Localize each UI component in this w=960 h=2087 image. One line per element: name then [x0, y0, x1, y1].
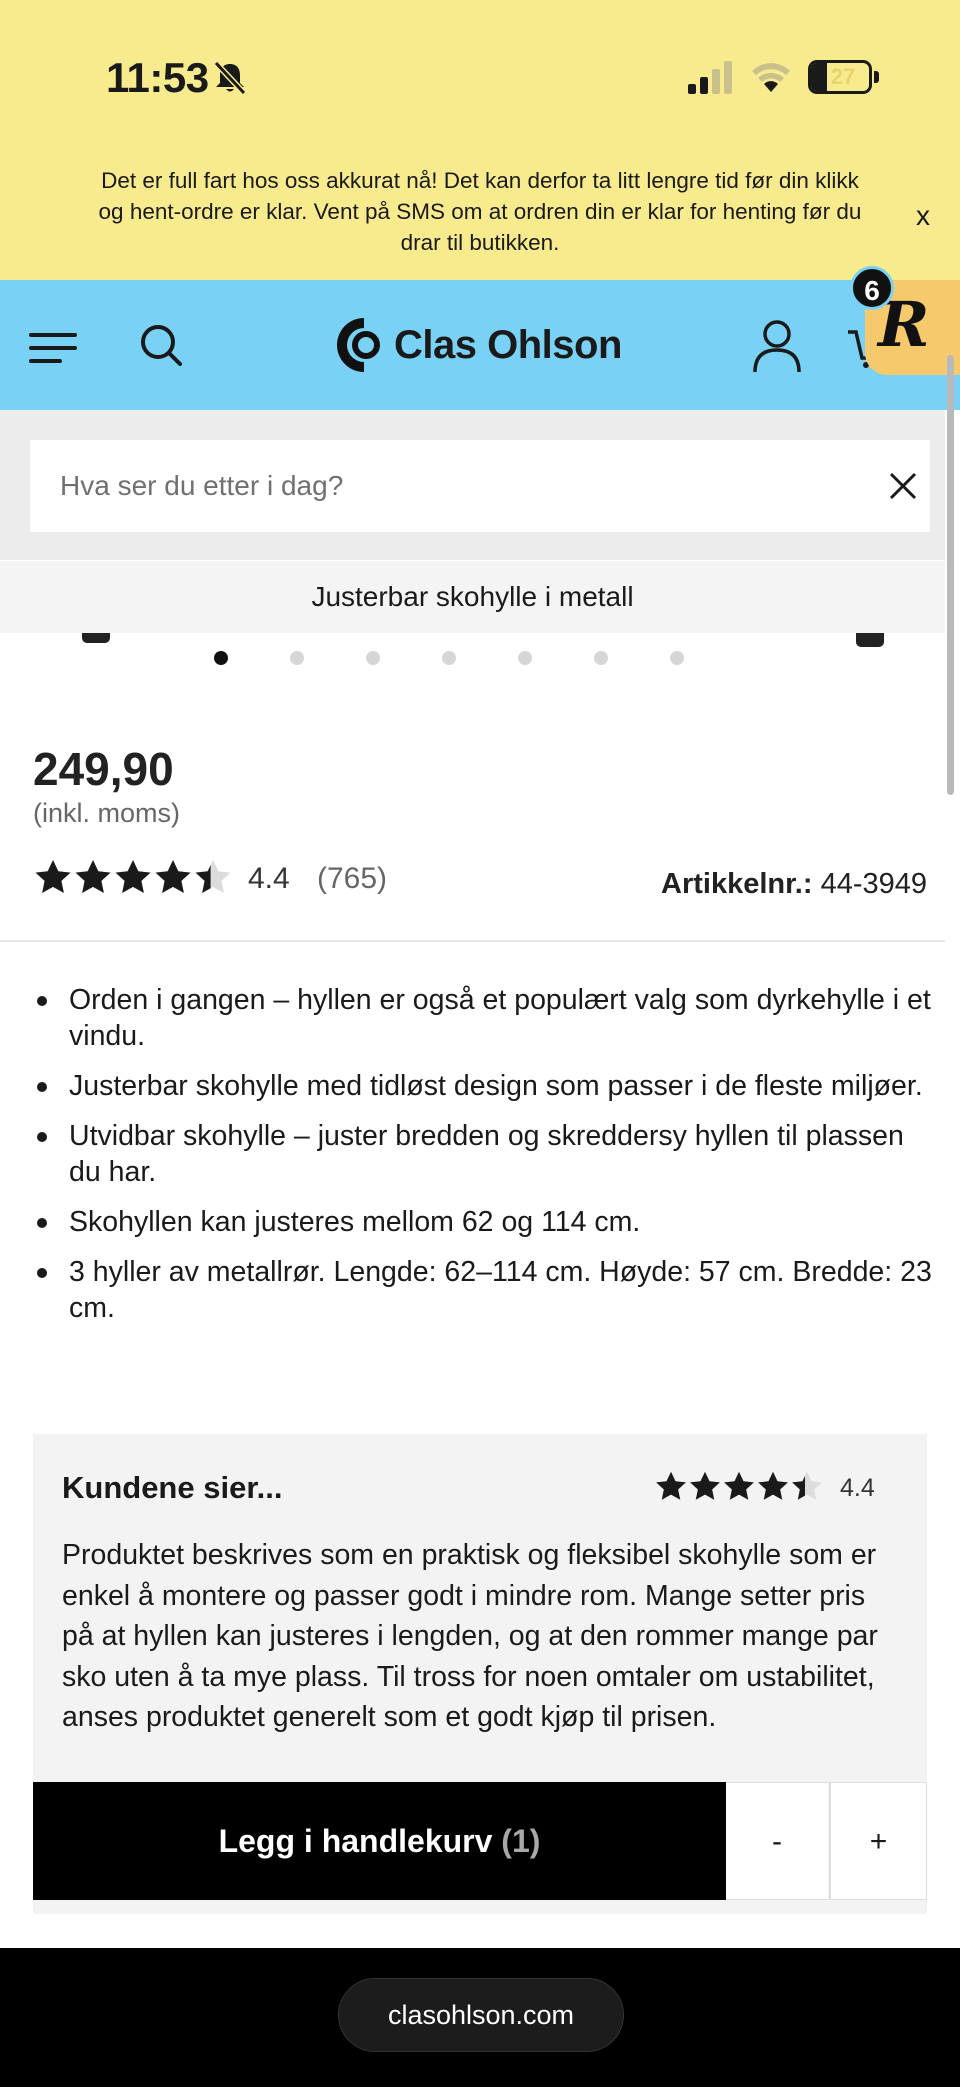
quantity-decrease-button[interactable]: -	[726, 1782, 828, 1900]
search-icon[interactable]	[138, 322, 184, 368]
status-bar: 11:53 27	[0, 0, 960, 150]
user-icon[interactable]	[752, 318, 802, 374]
article-label: Artikkelnr.:	[661, 868, 813, 900]
product-image-fragment	[856, 633, 884, 647]
battery-level: 27	[830, 64, 856, 89]
rating-stars[interactable]	[33, 858, 233, 898]
star-icon	[792, 1471, 822, 1500]
site-logo[interactable]: Clas Ohlson	[334, 312, 622, 378]
star-icon	[656, 1471, 686, 1500]
logo-mark-icon	[337, 318, 380, 372]
status-time: 11:53	[106, 54, 209, 101]
gallery-dot[interactable]	[518, 651, 532, 665]
star-icon	[724, 1471, 754, 1500]
gallery-dot[interactable]	[670, 651, 684, 665]
vat-note: (inkl. moms)	[33, 798, 180, 828]
star-icon	[75, 860, 111, 893]
search-box[interactable]	[30, 440, 930, 532]
star-icon	[690, 1471, 720, 1500]
battery-icon: 27	[808, 60, 879, 94]
address-bar[interactable]: clasohlson.com	[338, 1978, 624, 2052]
signal-icon	[688, 61, 732, 94]
product-price: 249,90	[33, 743, 174, 795]
feature-item: 3 hyller av metallrør. Lengde: 62–114 cm…	[33, 1254, 933, 1326]
feature-item: Utvidbar skohylle – juster bredden og sk…	[33, 1118, 933, 1190]
star-icon	[195, 860, 231, 893]
gallery-pagination[interactable]	[214, 651, 746, 665]
divider	[0, 940, 945, 942]
scrollbar[interactable]	[947, 355, 954, 795]
search-input[interactable]	[60, 440, 840, 532]
star-icon	[115, 860, 151, 893]
bell-slash-icon	[213, 60, 247, 96]
rating-value: 4.4	[248, 862, 290, 895]
notice-text: Det er full fart hos oss akkurat nå! Det…	[98, 168, 862, 255]
menu-icon[interactable]	[28, 330, 78, 366]
star-icon	[758, 1471, 788, 1500]
gallery-dot[interactable]	[214, 651, 228, 665]
extension-count-badge: 6	[850, 266, 894, 310]
close-icon[interactable]	[883, 466, 923, 506]
feature-item: Orden i gangen – hyllen er også et popul…	[33, 982, 933, 1054]
article-value: 44-3949	[820, 868, 927, 900]
notice-close-button[interactable]: x	[908, 200, 938, 232]
feature-list: Orden i gangen – hyllen er også et popul…	[33, 982, 933, 1340]
review-summary-stars	[654, 1470, 824, 1504]
product-image-fragment	[82, 633, 110, 643]
feature-item: Skohyllen kan justeres mellom 62 og 114 …	[33, 1204, 933, 1240]
wifi-icon	[752, 63, 790, 92]
gallery-dot[interactable]	[594, 651, 608, 665]
gallery-dot[interactable]	[366, 651, 380, 665]
gallery-dot[interactable]	[290, 651, 304, 665]
star-icon	[35, 860, 71, 893]
star-icon	[155, 860, 191, 893]
cart-quantity: (1)	[501, 1823, 541, 1859]
review-summary-rating: 4.4	[840, 1474, 875, 1502]
review-summary-title: Kundene sier...	[62, 1470, 283, 1505]
review-summary-text: Produktet beskrives som en praktisk og f…	[62, 1539, 878, 1733]
gallery-dot[interactable]	[442, 651, 456, 665]
review-count[interactable]: (765)	[317, 862, 387, 896]
product-title-bar: Justerbar skohylle i metall	[0, 561, 945, 633]
logo-text: Clas Ohlson	[394, 322, 622, 367]
add-to-cart-button[interactable]: Legg i handlekurv (1)	[33, 1782, 726, 1900]
quantity-increase-button[interactable]: +	[829, 1782, 927, 1900]
add-to-cart-label: Legg i handlekurv	[218, 1823, 493, 1859]
feature-item: Justerbar skohylle med tidløst design so…	[33, 1068, 933, 1104]
article-number: Artikkelnr.: 44-3949	[600, 868, 927, 901]
